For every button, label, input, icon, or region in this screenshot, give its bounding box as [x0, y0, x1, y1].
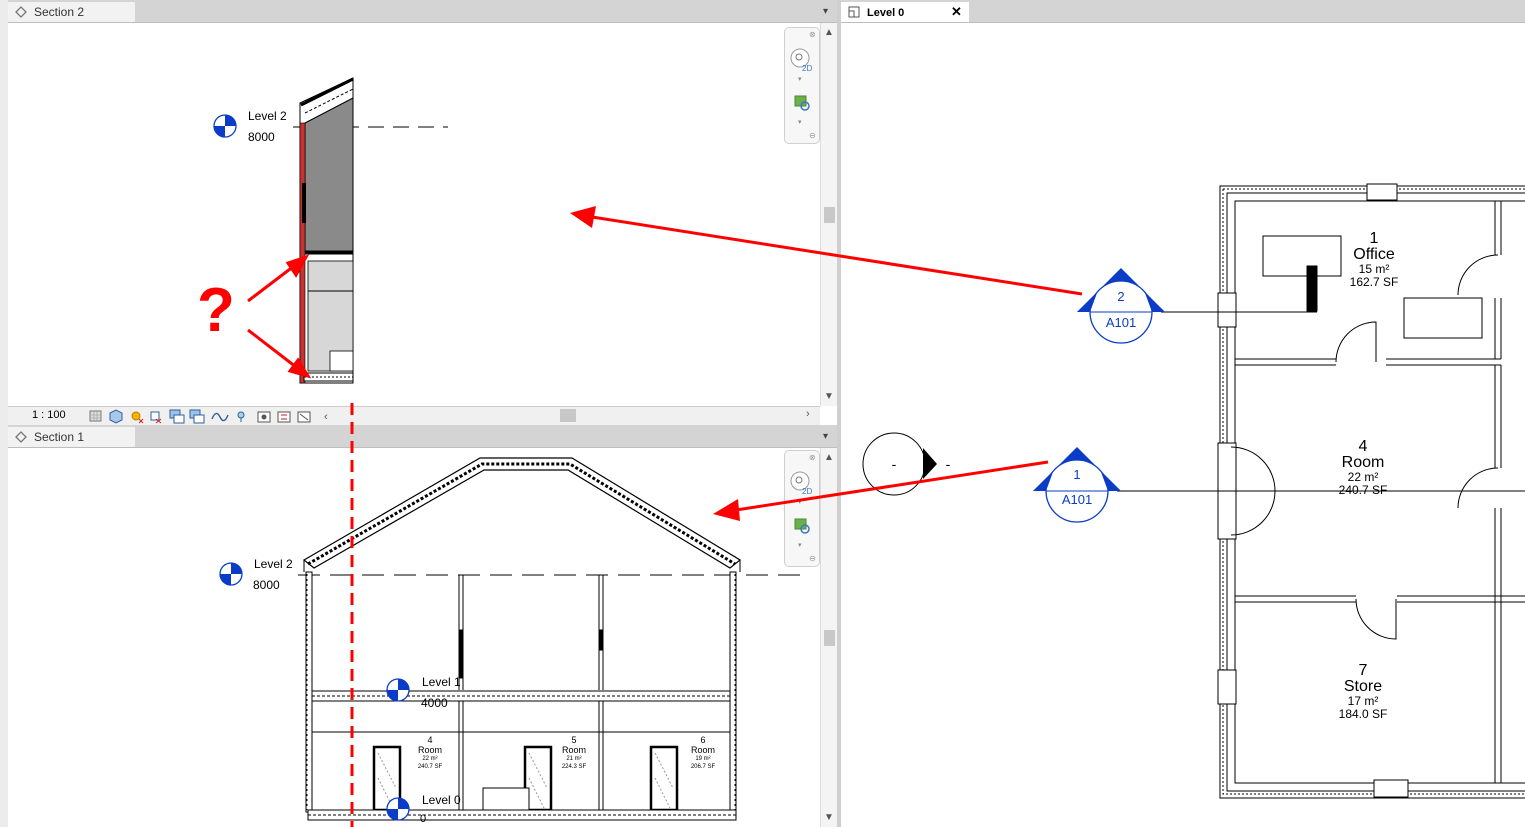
- scroll-down-icon[interactable]: ▼: [824, 391, 834, 402]
- scroll-thumb[interactable]: [824, 207, 835, 223]
- room-tag-room[interactable]: 4 Room 22 m² 240.7 SF: [1323, 439, 1403, 497]
- room-area: 21 m²: [566, 756, 582, 762]
- room-name: Office: [1353, 246, 1395, 263]
- level-1-head-icon[interactable]: [386, 678, 410, 702]
- scroll-right-icon[interactable]: ›: [806, 408, 810, 420]
- svg-text:⊗: ⊗: [809, 30, 816, 39]
- room-area-sf: 162.7 SF: [1349, 275, 1399, 289]
- svg-text:▾: ▾: [798, 499, 802, 506]
- room-number: 7: [1358, 662, 1368, 679]
- room-name: Room: [690, 745, 715, 755]
- section-view-icon: [15, 6, 27, 18]
- svg-text:▾: ▾: [798, 542, 802, 549]
- tab-label: Section 2: [34, 5, 85, 19]
- level-0-elevation: 0: [420, 813, 427, 825]
- navigation-bar-icons[interactable]: 2D ⊗ ▾ ▾ ⊖: [785, 451, 819, 566]
- question-mark: ?: [197, 276, 235, 345]
- level-2-head-icon[interactable]: [213, 114, 237, 138]
- room-area: 22 m²: [422, 756, 438, 762]
- pane-left-edge: [0, 0, 8, 827]
- scroll-thumb[interactable]: [824, 630, 835, 646]
- tab-section-2[interactable]: Section 2: [8, 2, 135, 22]
- svg-text:‹: ‹: [324, 411, 328, 423]
- section-2-sheet: A101: [1105, 315, 1137, 330]
- navigation-bar-icons[interactable]: 2D ⊗ ▾ ▾ ⊖: [785, 28, 819, 143]
- svg-text:2D: 2D: [802, 487, 812, 496]
- room-number: 6: [700, 735, 706, 745]
- scroll-up-icon[interactable]: ▲: [824, 452, 834, 463]
- room-area-sf: 224.3 SF: [561, 764, 587, 770]
- section-1-number: 1: [1073, 467, 1081, 482]
- level-2-name: Level 2: [248, 109, 287, 123]
- section-2-canvas[interactable]: Level 2 8000 ?: [8, 23, 820, 406]
- scroll-down-icon[interactable]: ▼: [824, 812, 834, 823]
- svg-text:⊗: ⊗: [809, 453, 816, 462]
- room-number: 4: [427, 735, 433, 745]
- room-number: 5: [571, 735, 577, 745]
- floor-plan-icon: [848, 6, 860, 18]
- room-number: 1: [1369, 230, 1379, 247]
- close-tab-icon[interactable]: ✕: [951, 2, 962, 22]
- level-0-plan-canvas[interactable]: 2 A101 1 A101 - - 1 Office 15 m² 162.7 S…: [841, 23, 1525, 827]
- svg-text:⊖: ⊖: [809, 554, 816, 563]
- section-2-number: 2: [1117, 289, 1125, 304]
- level-2-head-icon[interactable]: [219, 562, 243, 586]
- level-1-name: Level 1: [422, 675, 461, 689]
- room-name: Store: [1343, 678, 1383, 695]
- level-2-elevation: 8000: [253, 578, 280, 592]
- room-number: 4: [1358, 438, 1368, 455]
- section-view-icon: [15, 431, 27, 443]
- navigation-bar-top[interactable]: 2D ⊗ ▾ ▾ ⊖: [784, 27, 820, 144]
- roof[interactable]: [302, 457, 742, 572]
- tab-label: Level 0: [867, 7, 905, 19]
- section-walls[interactable]: [305, 571, 737, 821]
- horizontal-scroll-thumb[interactable]: [560, 409, 576, 422]
- section-1-sheet: A101: [1061, 492, 1093, 507]
- tab-label: Section 1: [34, 430, 85, 444]
- section-2-vertical-scrollbar[interactable]: ▲ ▼: [820, 23, 837, 406]
- question-annotation-arrows: [247, 254, 312, 379]
- room-area: 19 m²: [695, 756, 711, 762]
- room-name: Room: [417, 745, 442, 755]
- svg-text:⊖: ⊖: [809, 131, 816, 140]
- room-area-sf: 184.0 SF: [1338, 707, 1388, 721]
- room-area-sf: 206.7 SF: [690, 764, 716, 770]
- level-0-head-icon[interactable]: [386, 797, 410, 821]
- section-1-vertical-scrollbar[interactable]: ▲ ▼: [820, 448, 837, 827]
- section1-tabbar: Section 1 ▾: [0, 425, 838, 448]
- tab-level-0[interactable]: Level 0 ✕: [841, 2, 969, 22]
- room-tag-store[interactable]: 7 Store 17 m² 184.0 SF: [1323, 663, 1403, 721]
- level-2-name: Level 2: [254, 557, 293, 571]
- view-control-icons[interactable]: ‹: [88, 407, 338, 425]
- section2-tabbar: Section 2 ▾: [0, 0, 838, 23]
- tab-dropdown-icon[interactable]: ▾: [823, 6, 828, 17]
- tab-dropdown-icon[interactable]: ▾: [823, 431, 828, 442]
- room-tag[interactable]: 6 Room 19 m² 206.7 SF: [681, 735, 725, 771]
- room-name: Room: [561, 745, 586, 755]
- room-tag[interactable]: 5 Room 21 m² 224.3 SF: [552, 735, 596, 771]
- view-scale[interactable]: 1 : 100: [32, 409, 66, 421]
- section-head-1[interactable]: [1033, 447, 1121, 523]
- section-2-building[interactable]: [299, 77, 354, 384]
- navigation-bar-bottom[interactable]: 2D ⊗ ▾ ▾ ⊖: [784, 450, 820, 567]
- tab-section-1[interactable]: Section 1: [8, 427, 135, 447]
- level-1-elevation: 4000: [421, 696, 448, 710]
- elevation-marker-right: -: [945, 456, 951, 472]
- level-2-elevation: 8000: [248, 130, 275, 144]
- svg-text:2D: 2D: [802, 64, 812, 73]
- elevation-marker-left: -: [891, 456, 897, 472]
- svg-text:▾: ▾: [798, 119, 802, 126]
- svg-text:▾: ▾: [798, 76, 802, 83]
- level-0-name: Level 0: [422, 793, 461, 807]
- room-name: Room: [1341, 454, 1385, 471]
- view-control-bar: 1 : 100 ‹ ›: [8, 406, 820, 425]
- room-area-sf: 240.7 SF: [417, 764, 443, 770]
- section-1-canvas[interactable]: Level 2 8000 Level 1 4000 Level 0 0 4 Ro…: [8, 448, 820, 827]
- room-tag[interactable]: 4 Room 22 m² 240.7 SF: [408, 735, 452, 771]
- scroll-up-icon[interactable]: ▲: [824, 27, 834, 38]
- section-head-2[interactable]: [1077, 268, 1165, 344]
- room-area-sf: 240.7 SF: [1338, 483, 1388, 497]
- room-tag-office[interactable]: 1 Office 15 m² 162.7 SF: [1334, 231, 1414, 289]
- level0-tabbar: Level 0 ✕: [841, 0, 1525, 23]
